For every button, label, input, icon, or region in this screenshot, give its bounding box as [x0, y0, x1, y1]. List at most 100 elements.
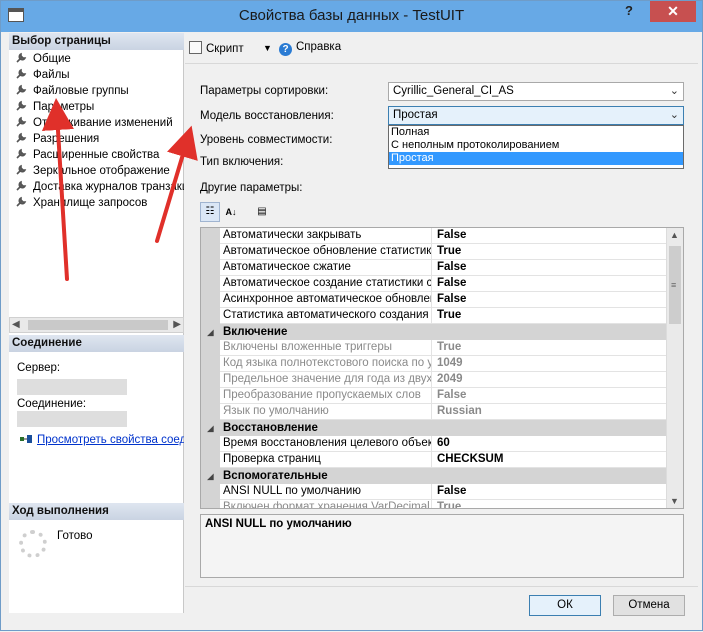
recovery-model-combo[interactable]: Простая ⌄	[388, 106, 684, 125]
page-item-filegroups[interactable]: Файловые группы	[9, 83, 184, 99]
scroll-left-icon[interactable]: ◀	[12, 319, 20, 330]
collation-combo[interactable]: Cyrillic_General_CI_AS ⌄	[388, 82, 684, 101]
help-button[interactable]: ? Справка	[279, 41, 341, 56]
collation-label: Параметры сортировки:	[200, 85, 329, 97]
wrench-icon	[16, 148, 27, 159]
category-containment[interactable]: ◢ Включение	[201, 324, 667, 340]
scroll-up-icon[interactable]: ▲	[670, 230, 679, 240]
close-button[interactable]: ✕	[650, 1, 696, 22]
category-label: Восстановление	[223, 422, 318, 434]
wrench-icon	[16, 84, 27, 95]
view-connection-link[interactable]: Просмотреть свойства соединения	[37, 434, 184, 446]
property-name: Автоматическое обновление статистики	[220, 244, 432, 259]
page-item-change-tracking[interactable]: Отслеживание изменений	[9, 115, 184, 131]
page-item-log-shipping[interactable]: Доставка журналов транзакций	[9, 179, 184, 195]
property-row[interactable]: Автоматически закрывать False	[220, 228, 667, 244]
scroll-down-icon[interactable]: ▼	[670, 496, 679, 506]
page-item-label: Расширенные свойства	[33, 149, 160, 161]
category-misc[interactable]: ◢ Вспомогательные	[201, 468, 667, 484]
property-value[interactable]: True	[434, 308, 664, 323]
category-recovery[interactable]: ◢ Восстановление	[201, 420, 667, 436]
script-button[interactable]: Скрипт	[189, 41, 244, 55]
property-value[interactable]: CHECKSUM	[434, 452, 664, 467]
property-row[interactable]: Асинхронное автоматическое обновление ст…	[220, 292, 667, 308]
property-value[interactable]: 60	[434, 436, 664, 451]
property-row[interactable]: Код языка полнотекстового поиска по умол…	[220, 356, 667, 372]
wrench-icon	[16, 180, 27, 191]
property-value[interactable]: False	[434, 228, 664, 243]
property-row[interactable]: Автоматическое создание статистики с доб…	[220, 276, 667, 292]
recovery-option-bulk-logged[interactable]: С неполным протоколированием	[389, 139, 683, 152]
help-icon[interactable]: ?	[616, 3, 642, 21]
property-row[interactable]: Включены вложенные триггеры True	[220, 340, 667, 356]
script-dropdown-icon[interactable]: ▼	[263, 43, 272, 53]
property-name: Автоматическое сжатие	[220, 260, 432, 275]
page-item-mirroring[interactable]: Зеркальное отображение	[9, 163, 184, 179]
property-row[interactable]: Язык по умолчанию Russian	[220, 404, 667, 420]
property-value[interactable]: False	[434, 292, 664, 307]
window-title: Свойства базы данных - TestUIT	[238, 7, 465, 24]
toolbar: Скрипт ▼ ? Справка	[189, 39, 689, 59]
collapse-icon[interactable]: ◢	[201, 325, 220, 341]
wrench-icon	[16, 132, 27, 143]
recovery-model-dropdown: Полная С неполным протоколированием Прос…	[388, 125, 684, 169]
connection-value-redacted	[17, 411, 127, 427]
recovery-model-label: Модель восстановления:	[200, 110, 334, 122]
compat-level-label: Уровень совместимости:	[200, 134, 333, 146]
property-row[interactable]: Предельное значение для года из двух циф…	[220, 372, 667, 388]
page-item-query-store[interactable]: Хранилище запросов	[9, 195, 184, 211]
property-grid: Автоматически закрывать False Автоматичес…	[200, 227, 684, 509]
page-item-label: Параметры	[33, 101, 95, 113]
page-list-scrollbar[interactable]: ◀ ▶	[9, 317, 184, 333]
page-item-label: Зеркальное отображение	[33, 165, 170, 177]
page-item-permissions[interactable]: Разрешения	[9, 131, 184, 147]
property-value[interactable]: False	[434, 260, 664, 275]
property-name: Язык по умолчанию	[220, 404, 432, 419]
select-page-header: Выбор страницы	[9, 33, 184, 50]
cancel-button[interactable]: Отмена	[613, 595, 685, 616]
page-item-files[interactable]: Файлы	[9, 67, 184, 83]
property-row[interactable]: ANSI NULL по умолчанию False	[220, 484, 667, 500]
scrollbar-thumb[interactable]	[28, 320, 168, 330]
page-item-options[interactable]: Параметры	[9, 99, 184, 115]
recovery-model-value: Простая	[393, 109, 438, 121]
property-grid-toolbar: ☷ A↓ ▤	[200, 202, 280, 222]
property-grid-scrollbar[interactable]: ▲ ≡ ▼	[666, 228, 683, 508]
property-row[interactable]: Статистика автоматического создания True	[220, 308, 667, 324]
wrench-icon	[16, 164, 27, 175]
recovery-option-full[interactable]: Полная	[389, 126, 683, 139]
property-row[interactable]: Преобразование пропускаемых слов False	[220, 388, 667, 404]
database-properties-dialog: Свойства базы данных - TestUIT ? ✕ Выбор…	[0, 0, 703, 631]
property-row[interactable]: Время восстановления целевого объекта (с…	[220, 436, 667, 452]
title-bar[interactable]: Свойства базы данных - TestUIT ? ✕	[1, 1, 702, 32]
collapse-icon[interactable]: ◢	[201, 421, 220, 437]
collapse-icon[interactable]: ◢	[201, 469, 220, 485]
property-value[interactable]: False	[434, 276, 664, 291]
left-panel: Выбор страницы Общие Файлы Файловые груп…	[9, 33, 184, 613]
scroll-right-icon[interactable]: ▶	[173, 319, 181, 330]
connection-icon	[20, 435, 32, 443]
chevron-down-icon: ⌄	[669, 85, 679, 97]
containment-type-label: Тип включения:	[200, 156, 284, 168]
page-item-extended-properties[interactable]: Расширенные свойства	[9, 147, 184, 163]
property-row[interactable]: Проверка страниц CHECKSUM	[220, 452, 667, 468]
script-label: Скрипт	[206, 43, 244, 55]
recovery-option-simple[interactable]: Простая	[389, 152, 683, 165]
property-row[interactable]: Включен формат хранения VarDecimal True	[220, 500, 667, 509]
view-connection-properties[interactable]: Просмотреть свойства соединения	[19, 433, 184, 446]
page-item-label: Общие	[33, 53, 71, 65]
grip-icon: ≡	[671, 280, 677, 290]
property-value: True	[437, 501, 462, 509]
property-value[interactable]: True	[434, 244, 664, 259]
property-pages-icon[interactable]: ▤	[252, 202, 272, 222]
property-value: Russian	[437, 405, 482, 417]
property-row[interactable]: Автоматическое обновление статистики True	[220, 244, 667, 260]
ok-button[interactable]: ОК	[529, 595, 601, 616]
connection-label: Соединение:	[17, 398, 87, 410]
property-row[interactable]: Автоматическое сжатие False	[220, 260, 667, 276]
property-name: Статистика автоматического создания	[220, 308, 432, 323]
property-value[interactable]: False	[434, 484, 664, 499]
categorized-icon[interactable]: ☷	[200, 202, 220, 222]
sort-alpha-icon[interactable]: A↓	[221, 202, 241, 222]
page-item-general[interactable]: Общие	[9, 51, 184, 67]
